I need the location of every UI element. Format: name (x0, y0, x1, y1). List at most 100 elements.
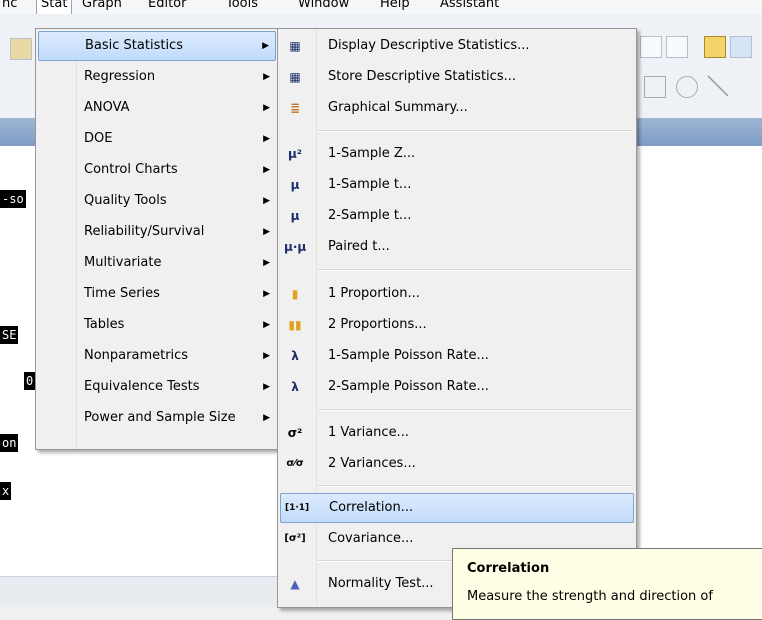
stat-menu-item-power-sample-size[interactable]: Power and Sample Size ▶ (38, 403, 276, 433)
stat-menu-item-time-series[interactable]: Time Series ▶ (38, 279, 276, 309)
menu-bar: nc Stat Graph Editor Tools Window Help A… (0, 0, 762, 15)
menu-item-label: 1 Proportion... (328, 286, 420, 301)
menu-stat[interactable]: Stat (36, 0, 73, 14)
mu-two-icon: μ (290, 209, 300, 223)
stat-menu-item-control-charts[interactable]: Control Charts ▶ (38, 155, 276, 185)
submenu-arrow-icon: ▶ (263, 351, 270, 361)
session-text-fragment: x (0, 482, 12, 500)
session-text-fragment: 0 (24, 372, 36, 390)
menu-graph[interactable]: Graph (82, 0, 122, 11)
menu-item-label: 1-Sample Z... (328, 146, 416, 161)
covariance-icon: [σ²] (284, 533, 306, 544)
stat-menu-item-quality-tools[interactable]: Quality Tools ▶ (38, 186, 276, 216)
submenu-arrow-icon: ▶ (263, 72, 270, 82)
tooltip-description: Measure the strength and direction of (467, 589, 713, 604)
stat-menu-item-doe[interactable]: DOE ▶ (38, 124, 276, 154)
submenu-arrow-icon: ▶ (263, 134, 270, 144)
submenu-arrow-icon: ▶ (263, 289, 270, 299)
menu-item-2-variances[interactable]: σ⁄σ 2 Variances... (280, 449, 634, 479)
correlation-icon: [1·1] (285, 503, 310, 513)
submenu-arrow-icon: ▶ (263, 165, 270, 175)
menu-item-graphical-summary[interactable]: ≣ Graphical Summary... (280, 93, 634, 123)
menu-item-label: Reliability/Survival (84, 224, 205, 239)
menu-item-label: ANOVA (84, 100, 130, 115)
menu-item-label: Paired t... (328, 239, 390, 254)
session-text-fragment: -so (0, 190, 26, 208)
rectangle-tool-icon[interactable] (644, 76, 666, 98)
menu-item-correlation[interactable]: [1·1] Correlation... (280, 493, 634, 523)
menu-item-display-descriptive[interactable]: ▦ Display Descriptive Statistics... (280, 31, 634, 61)
session-text-fragment: SE (0, 326, 19, 344)
menu-separator (318, 409, 632, 411)
menu-assistant[interactable]: Assistant (440, 0, 499, 11)
menu-item-2-sample-poisson[interactable]: λ 2-Sample Poisson Rate... (280, 372, 634, 402)
menu-item-label: Covariance... (328, 531, 414, 546)
menu-item-1-sample-poisson[interactable]: λ 1-Sample Poisson Rate... (280, 341, 634, 371)
grid-icon[interactable] (666, 36, 688, 58)
menu-item-label: DOE (84, 131, 113, 146)
summary-icon: ≣ (289, 101, 301, 115)
line-tool-icon[interactable] (706, 74, 730, 98)
menu-tools[interactable]: Tools (226, 0, 258, 11)
menu-editor-partial[interactable]: nc (2, 0, 17, 11)
menu-editor[interactable]: Editor (148, 0, 186, 11)
menu-item-label: Control Charts (84, 162, 178, 177)
menu-item-label: Power and Sample Size (84, 410, 236, 425)
stat-menu-item-reliability-survival[interactable]: Reliability/Survival ▶ (38, 217, 276, 247)
stat-menu-item-regression[interactable]: Regression ▶ (38, 62, 276, 92)
menu-separator (318, 269, 632, 271)
menu-item-label: 2-Sample Poisson Rate... (328, 379, 489, 394)
menu-item-1-sample-z[interactable]: μ² 1-Sample Z... (280, 139, 634, 169)
sigma-ratio-icon: σ⁄σ (286, 458, 304, 469)
menu-item-label: 1-Sample t... (328, 177, 412, 192)
sigma-squared-icon: σ² (287, 426, 303, 440)
menu-item-2-sample-t[interactable]: μ 2-Sample t... (280, 201, 634, 231)
mu-icon: μ (290, 178, 300, 192)
menu-window[interactable]: Window (298, 0, 349, 11)
menu-item-label: 2 Variances... (328, 456, 416, 471)
menu-item-label: 1 Variance... (328, 425, 409, 440)
submenu-arrow-icon: ▶ (263, 196, 270, 206)
proportion-icon: ▮ (291, 287, 299, 301)
table-sigma-icon: ▦ (289, 39, 301, 53)
correlation-tooltip: Correlation Measure the strength and dir… (452, 548, 762, 620)
paste-icon[interactable] (10, 38, 32, 60)
menu-item-1-proportion[interactable]: ▮ 1 Proportion... (280, 279, 634, 309)
submenu-arrow-icon: ▶ (263, 258, 270, 268)
new-sheet-icon[interactable] (640, 36, 662, 58)
submenu-arrow-icon: ▶ (263, 382, 270, 392)
stat-menu-item-tables[interactable]: Tables ▶ (38, 310, 276, 340)
worksheet-icon[interactable] (730, 36, 752, 58)
stat-menu-item-anova[interactable]: ANOVA ▶ (38, 93, 276, 123)
menu-item-label: Multivariate (84, 255, 162, 270)
submenu-arrow-icon: ▶ (262, 41, 269, 51)
stat-menu-item-basic-statistics[interactable]: Basic Statistics ▶ (38, 31, 276, 61)
table-store-icon: ▦ (289, 70, 301, 84)
menu-item-label: Quality Tools (84, 193, 167, 208)
menu-item-2-proportions[interactable]: ▮▮ 2 Proportions... (280, 310, 634, 340)
menu-item-label: 2-Sample t... (328, 208, 412, 223)
menu-item-label: 2 Proportions... (328, 317, 427, 332)
ellipse-tool-icon[interactable] (676, 76, 698, 98)
menu-item-store-descriptive[interactable]: ▦ Store Descriptive Statistics... (280, 62, 634, 92)
menu-item-label: Correlation... (329, 500, 414, 515)
submenu-arrow-icon: ▶ (263, 227, 270, 237)
submenu-arrow-icon: ▶ (263, 103, 270, 113)
menu-item-1-variance[interactable]: σ² 1 Variance... (280, 418, 634, 448)
stat-menu-item-nonparametrics[interactable]: Nonparametrics ▶ (38, 341, 276, 371)
menu-item-paired-t[interactable]: μ·μ Paired t... (280, 232, 634, 262)
menu-item-label: Equivalence Tests (84, 379, 200, 394)
lambda-two-icon: λ (291, 380, 299, 394)
stat-menu-item-multivariate[interactable]: Multivariate ▶ (38, 248, 276, 278)
stat-menu-item-equivalence-tests[interactable]: Equivalence Tests ▶ (38, 372, 276, 402)
menu-item-label: Regression (84, 69, 156, 84)
menu-item-1-sample-t[interactable]: μ 1-Sample t... (280, 170, 634, 200)
menu-item-label: Graphical Summary... (328, 100, 468, 115)
menu-item-label: 1-Sample Poisson Rate... (328, 348, 489, 363)
menu-item-label: Store Descriptive Statistics... (328, 69, 516, 84)
lambda-icon: λ (291, 349, 299, 363)
menu-help[interactable]: Help (380, 0, 410, 11)
session-icon[interactable] (704, 36, 726, 58)
menu-item-label: Time Series (84, 286, 160, 301)
menu-separator (318, 485, 632, 487)
